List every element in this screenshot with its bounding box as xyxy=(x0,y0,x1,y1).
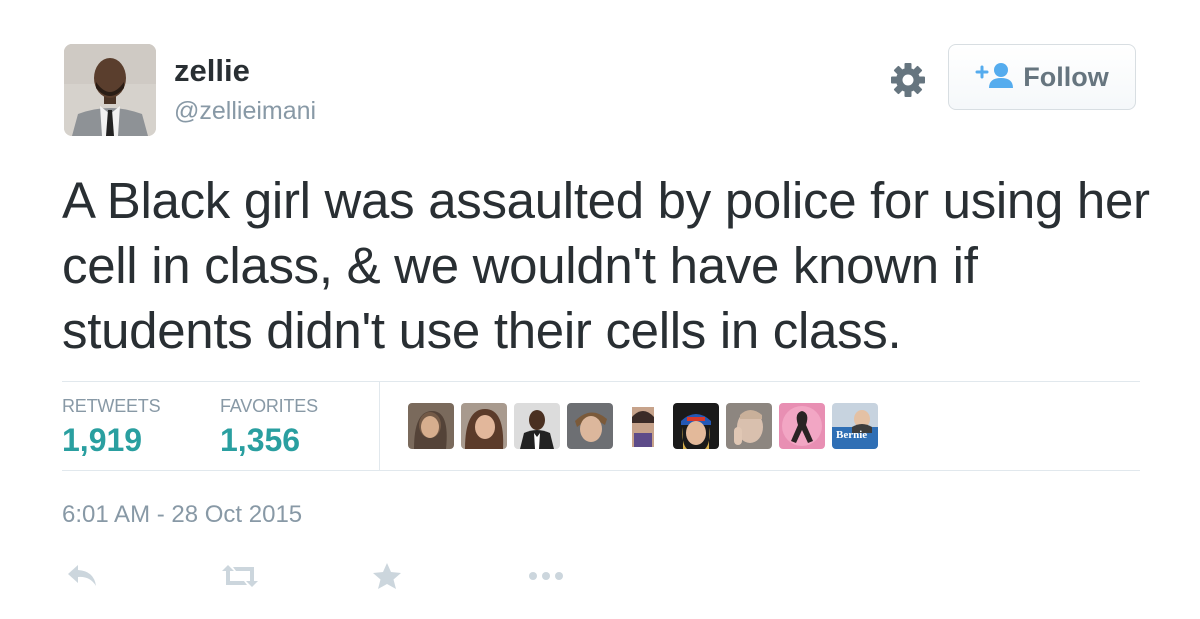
bernie-avatar[interactable]: Bernie xyxy=(832,403,878,449)
favoriter-avatar[interactable] xyxy=(726,403,772,449)
bernie-label: Bernie xyxy=(836,429,868,441)
more-icon[interactable] xyxy=(526,562,566,592)
star-icon[interactable] xyxy=(372,562,402,592)
stats-divider-top xyxy=(62,381,1140,382)
gear-icon[interactable] xyxy=(888,60,928,100)
retweets-label: RETWEETS xyxy=(62,396,161,416)
favoriter-avatar[interactable] xyxy=(673,403,719,449)
profile-avatar[interactable] xyxy=(64,44,156,136)
tweet-timestamp[interactable]: 6:01 AM - 28 Oct 2015 xyxy=(62,503,302,527)
favoriter-avatar[interactable] xyxy=(461,403,507,449)
ribbon-avatar[interactable] xyxy=(779,403,825,449)
follow-button-label: Follow xyxy=(1023,61,1109,92)
user-name[interactable]: zellie xyxy=(174,55,250,86)
add-user-icon xyxy=(975,61,1014,94)
follow-button[interactable]: Follow xyxy=(948,44,1136,110)
stats-divider-bottom xyxy=(62,470,1140,471)
favoriters-list: Bernie xyxy=(408,403,878,451)
reply-icon[interactable] xyxy=(66,562,98,592)
retweet-icon[interactable] xyxy=(220,562,260,592)
favorites-count: 1,356 xyxy=(220,422,301,458)
retweets-stat[interactable]: RETWEETS 1,919 xyxy=(62,396,161,458)
favorites-stat[interactable]: FAVORITES 1,356 xyxy=(220,397,318,456)
stats-separator xyxy=(379,381,380,471)
favoriter-avatar[interactable] xyxy=(620,403,666,449)
favorites-label: FAVORITES xyxy=(220,396,318,416)
retweets-count: 1,919 xyxy=(62,422,143,458)
favoriter-avatar[interactable] xyxy=(514,403,560,449)
favoriter-avatar[interactable] xyxy=(567,403,613,449)
user-handle[interactable]: @zellieimani xyxy=(174,99,316,124)
favoriter-avatar[interactable] xyxy=(408,403,454,449)
tweet-text: A Black girl was assaulted by police for… xyxy=(62,172,1150,359)
